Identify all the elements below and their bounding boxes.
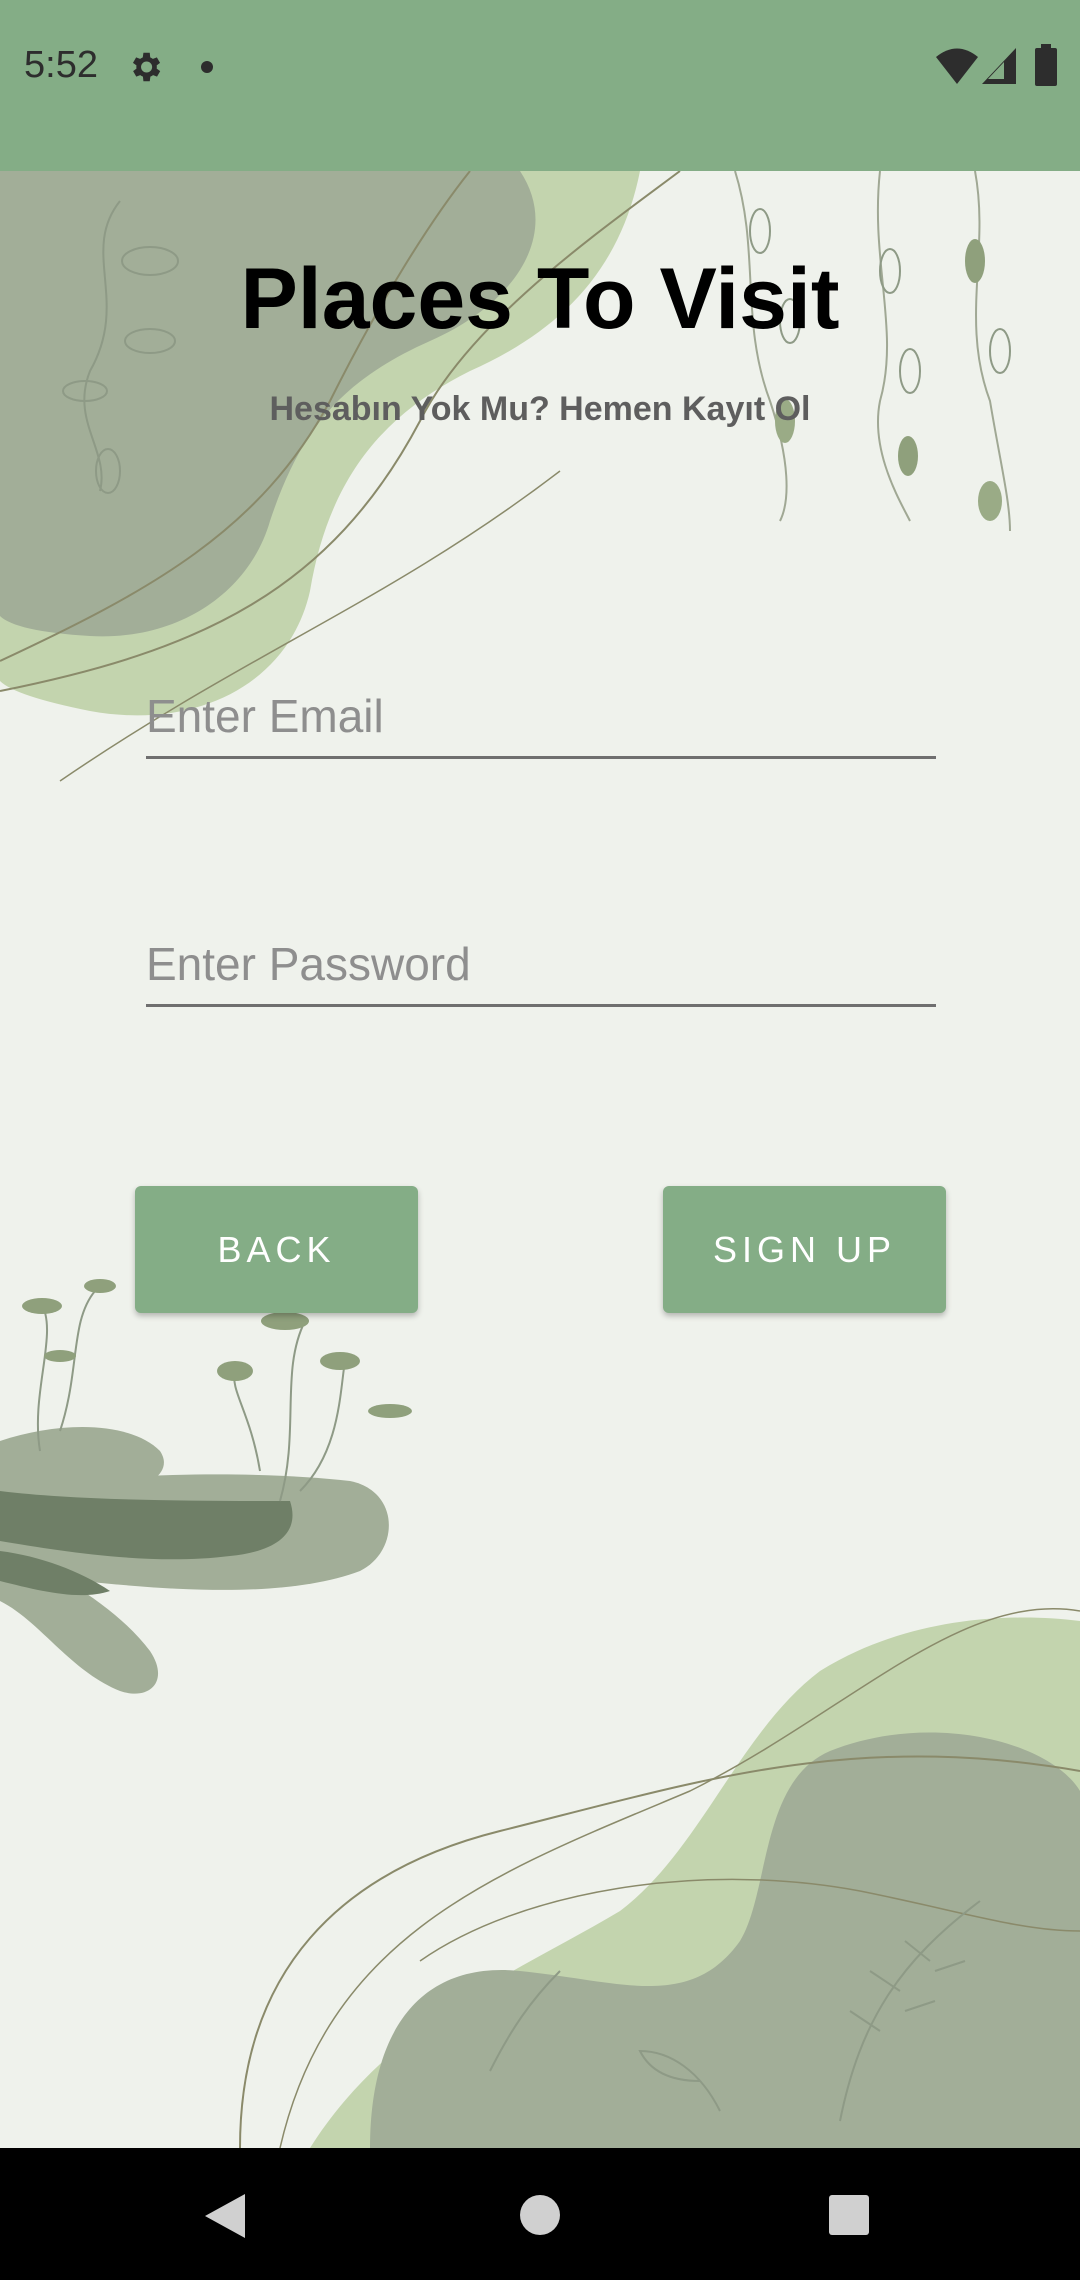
back-triangle-icon[interactable] <box>205 2194 245 2238</box>
email-field[interactable] <box>146 676 936 759</box>
signal-icon <box>982 48 1016 84</box>
app-title: Places To Visit <box>240 251 840 347</box>
sign-up-button[interactable]: SIGN UP <box>663 1186 946 1313</box>
status-time: 5:52 <box>24 44 98 86</box>
battery-icon <box>1035 44 1057 86</box>
wifi-icon <box>936 48 978 84</box>
decorative-background-art <box>0 171 1080 2148</box>
gear-icon <box>132 52 161 82</box>
signup-prompt: Hesabın Yok Mu? Hemen Kayıt Ol <box>269 390 811 428</box>
back-button[interactable]: BACK <box>135 1186 418 1313</box>
recents-square-icon[interactable] <box>829 2195 869 2235</box>
notification-dot-icon <box>201 61 213 73</box>
home-circle-icon[interactable] <box>519 2194 561 2236</box>
navigation-bar <box>0 2148 1080 2280</box>
password-field[interactable] <box>146 924 936 1007</box>
status-bar: 5:52 <box>0 0 1080 171</box>
